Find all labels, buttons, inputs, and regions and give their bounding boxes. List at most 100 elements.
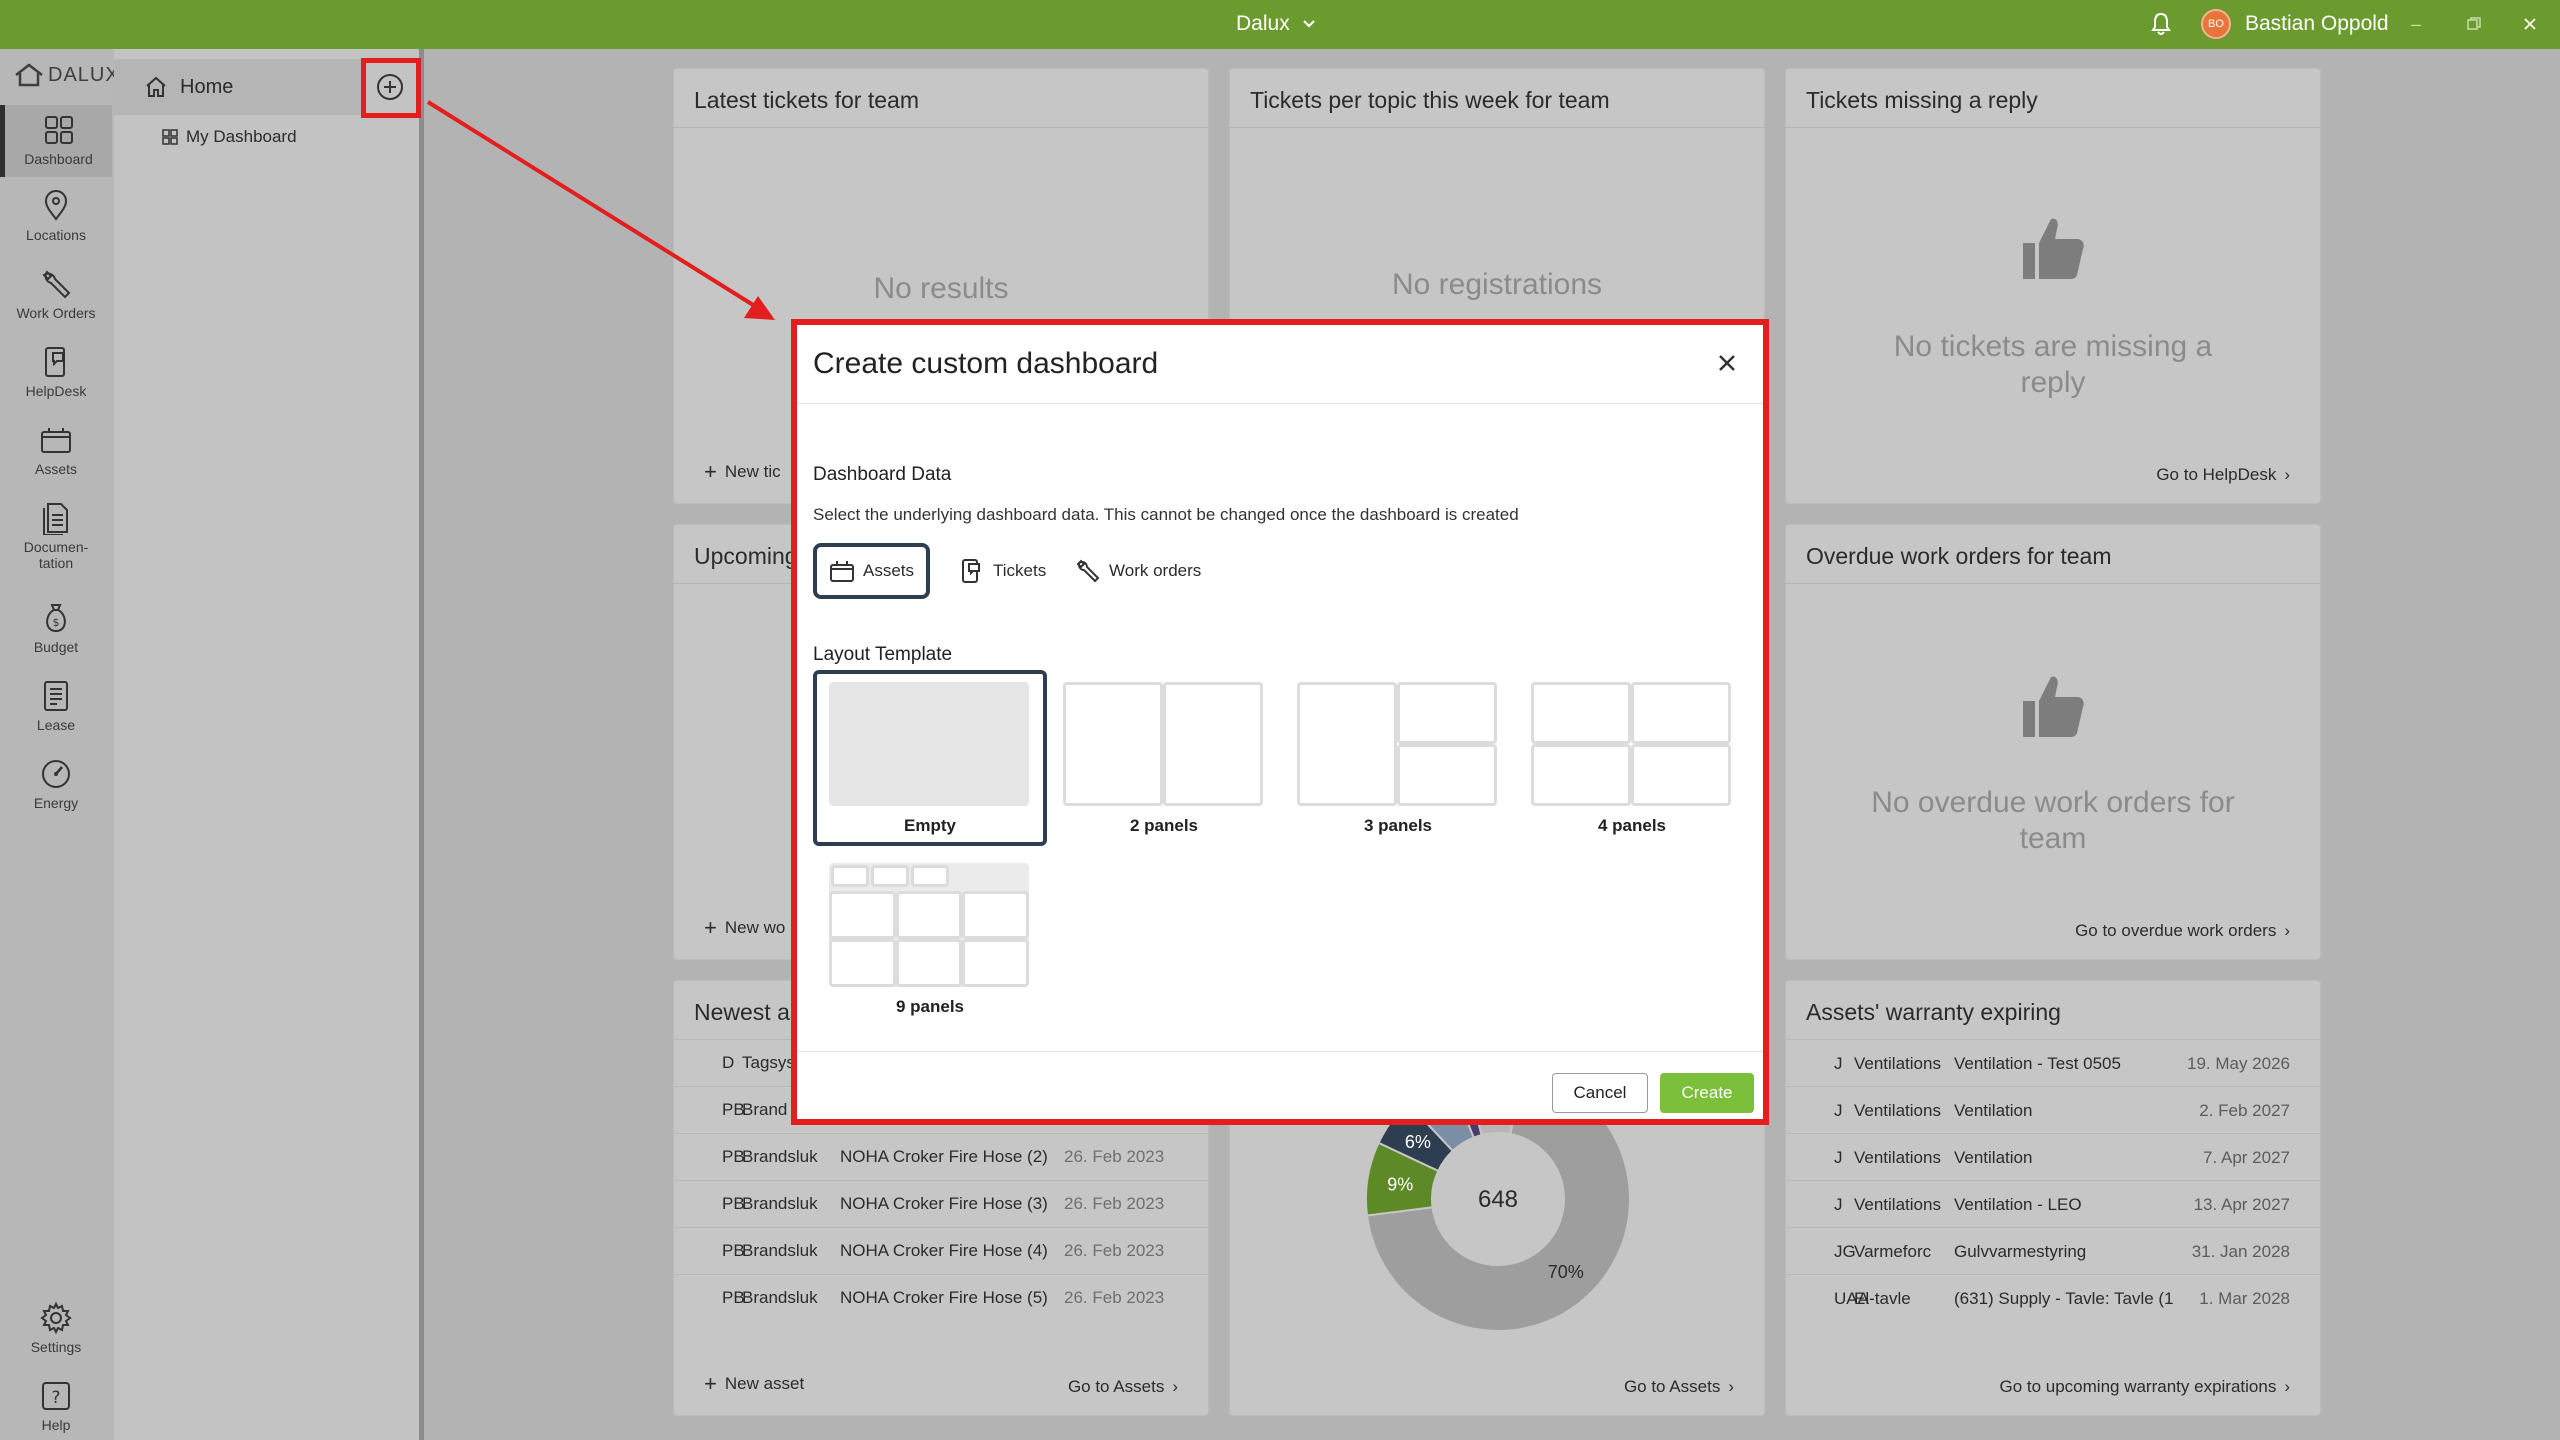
plus-icon: +	[704, 915, 717, 940]
rail-item-documentation[interactable]: Documen- tation	[0, 501, 112, 573]
cell-w4: 7. Apr 2027	[2203, 1148, 2290, 1167]
table-row[interactable]: J Ventilations Ventilation - Test 0505 19. …	[1786, 1039, 2320, 1086]
rail-item-helpdesk[interactable]: HelpDesk	[0, 345, 112, 417]
rail-label: Energy	[33, 795, 79, 811]
footer-label: New asset	[724, 1374, 805, 1393]
home-item[interactable]: Home	[114, 59, 362, 115]
panel-box	[1397, 682, 1497, 744]
title-bar: Dalux BO Bastian Oppold –	[0, 0, 2560, 49]
restore-icon[interactable]	[2460, 10, 2488, 38]
thumbs-up-icon	[2023, 676, 2084, 737]
house-logo-icon	[15, 63, 43, 87]
app-switcher[interactable]: Dalux	[1236, 12, 1318, 36]
rail-item-work-orders[interactable]: Work Orders	[0, 267, 112, 339]
money-bag-icon: $	[46, 604, 66, 633]
template-2-panels[interactable]: 2 panels	[1047, 670, 1281, 846]
close-window-icon[interactable]	[2516, 10, 2544, 38]
create-button[interactable]: Create	[1660, 1073, 1754, 1113]
cell-w3: (631) Supply - Tavle: Tavle (1	[1954, 1289, 2174, 1308]
table-row[interactable]: JG Varmeforc Gulvvarmestyring 31. Jan 2028	[1786, 1227, 2320, 1274]
rail-item-assets[interactable]: Assets	[0, 423, 112, 495]
cancel-button[interactable]: Cancel	[1552, 1073, 1648, 1113]
footer-label: Go to overdue work orders	[2075, 921, 2277, 940]
template-label: 9 panels	[895, 997, 965, 1016]
empty-text-line1: No tickets are missing a	[1893, 330, 2213, 363]
go-to-warranty-link[interactable]: Go to upcoming warranty expirations ›	[1999, 1377, 2290, 1397]
wrench-icon	[1076, 559, 1100, 583]
cell-w2: Varmeforc	[1854, 1242, 1932, 1261]
card-title: Assets' warranty expiring	[1806, 999, 2061, 1025]
cell-c3: NOHA Croker Fire Hose (5)	[840, 1288, 1048, 1307]
cell-w1: JG	[1834, 1242, 1856, 1261]
pie-slice-label: 70%	[1548, 1262, 1584, 1282]
svg-text:$: $	[53, 616, 60, 629]
table-row[interactable]: J Ventilations Ventilation 2. Feb 2027	[1786, 1086, 2320, 1133]
bell-icon[interactable]	[2147, 10, 2175, 38]
new-work-order-link[interactable]: + New wo	[704, 915, 785, 941]
layout-template-heading: Layout Template	[813, 644, 953, 665]
footer-label: Go to Assets	[1067, 1377, 1165, 1396]
close-icon[interactable]	[1713, 349, 1741, 377]
template-9-panels[interactable]: 9 panels	[813, 851, 1047, 1027]
table-row[interactable]: J Ventilations Ventilation - LEO 13. Apr 20…	[1786, 1180, 2320, 1227]
rail-label: Locations	[26, 227, 86, 243]
panel-box	[962, 939, 1029, 987]
my-dashboard-item[interactable]: My Dashboard	[162, 127, 297, 147]
template-preview	[829, 863, 1029, 987]
cell-w4: 19. May 2026	[2186, 1054, 2290, 1073]
go-to-assets-link[interactable]: Go to Assets ›	[1624, 1377, 1734, 1397]
rail-item-budget[interactable]: $ Budget	[0, 601, 112, 673]
panel-box	[1631, 682, 1731, 744]
card-warranty-expiring: Assets' warranty expiring J Ventilations V…	[1785, 980, 2321, 1416]
create-dashboard-dialog: Create custom dashboard Dashboard Data S…	[791, 319, 1769, 1125]
cell-c1: D	[722, 1053, 735, 1072]
panel-box	[896, 939, 962, 987]
empty-text-line2: reply	[2020, 366, 2086, 399]
rail-item-help[interactable]: ? Help	[0, 1379, 112, 1440]
data-option-assets[interactable]: Assets	[813, 543, 931, 599]
data-option-tickets[interactable]: Tickets	[947, 543, 1058, 599]
minimize-icon[interactable]: –	[2402, 10, 2430, 38]
pie-center-total: 648	[1478, 1186, 1518, 1213]
rail-item-energy[interactable]: Energy	[0, 757, 112, 829]
footer-label: Go to HelpDesk	[2156, 465, 2277, 484]
table-row[interactable]: PB Brandsluk NOHA Croker Fire Hose (2) 26. …	[674, 1133, 1208, 1180]
assets-icon	[41, 428, 71, 453]
table-row[interactable]: PB Brandsluk NOHA Croker Fire Hose (4) 26. …	[674, 1227, 1208, 1274]
help-icon: ?	[42, 1382, 70, 1410]
new-ticket-link[interactable]: + New tic	[704, 459, 781, 485]
home-label: Home	[180, 75, 234, 98]
rail-item-dashboard[interactable]: Dashboard	[0, 105, 112, 177]
user-name[interactable]: Bastian Oppold	[2245, 12, 2389, 36]
new-asset-link[interactable]: + New asset	[704, 1371, 804, 1397]
cell-w2: Ventilations	[1854, 1054, 1941, 1073]
card-title: Newest as	[694, 999, 802, 1025]
assets-icon	[830, 561, 854, 582]
logo-text: DALUX	[48, 63, 120, 86]
template-empty[interactable]: Empty	[813, 670, 1047, 846]
table-row[interactable]: UAA El-tavle (631) Supply - Tavle: Tavle (…	[1786, 1274, 2320, 1321]
table-row[interactable]: J Ventilations Ventilation 7. Apr 2027	[1786, 1133, 2320, 1180]
rail-item-settings[interactable]: Settings	[0, 1301, 112, 1373]
table-row[interactable]: PB Brandsluk NOHA Croker Fire Hose (3) 26. …	[674, 1180, 1208, 1227]
go-to-overdue-link[interactable]: Go to overdue work orders ›	[2075, 921, 2290, 941]
cell-w1: J	[1834, 1054, 1843, 1073]
panel-box	[1631, 744, 1731, 806]
rail-item-lease[interactable]: Lease	[0, 679, 112, 751]
app-title: Dalux	[1236, 12, 1290, 35]
cell-c3: NOHA Croker Fire Hose (3)	[840, 1194, 1048, 1213]
template-3-panels[interactable]: 3 panels	[1281, 670, 1515, 846]
template-label: Empty	[904, 816, 956, 835]
avatar[interactable]: BO	[2201, 9, 2231, 39]
location-pin-icon	[44, 190, 68, 221]
template-4-panels[interactable]: 4 panels	[1515, 670, 1749, 846]
dalux-logo[interactable]: DALUX	[14, 63, 120, 87]
table-row[interactable]: PB Brandsluk NOHA Croker Fire Hose (5) 26. …	[674, 1274, 1208, 1321]
panel-box	[1531, 682, 1631, 744]
data-option-work-orders[interactable]: Work orders	[1063, 543, 1213, 599]
chevron-right-icon: ›	[2284, 1377, 2290, 1396]
rail-item-locations[interactable]: Locations	[0, 189, 112, 261]
cell-w1: J	[1834, 1101, 1843, 1120]
go-to-assets-link[interactable]: Go to Assets ›	[1068, 1377, 1178, 1397]
go-to-helpdesk-link[interactable]: Go to HelpDesk ›	[2156, 465, 2290, 485]
